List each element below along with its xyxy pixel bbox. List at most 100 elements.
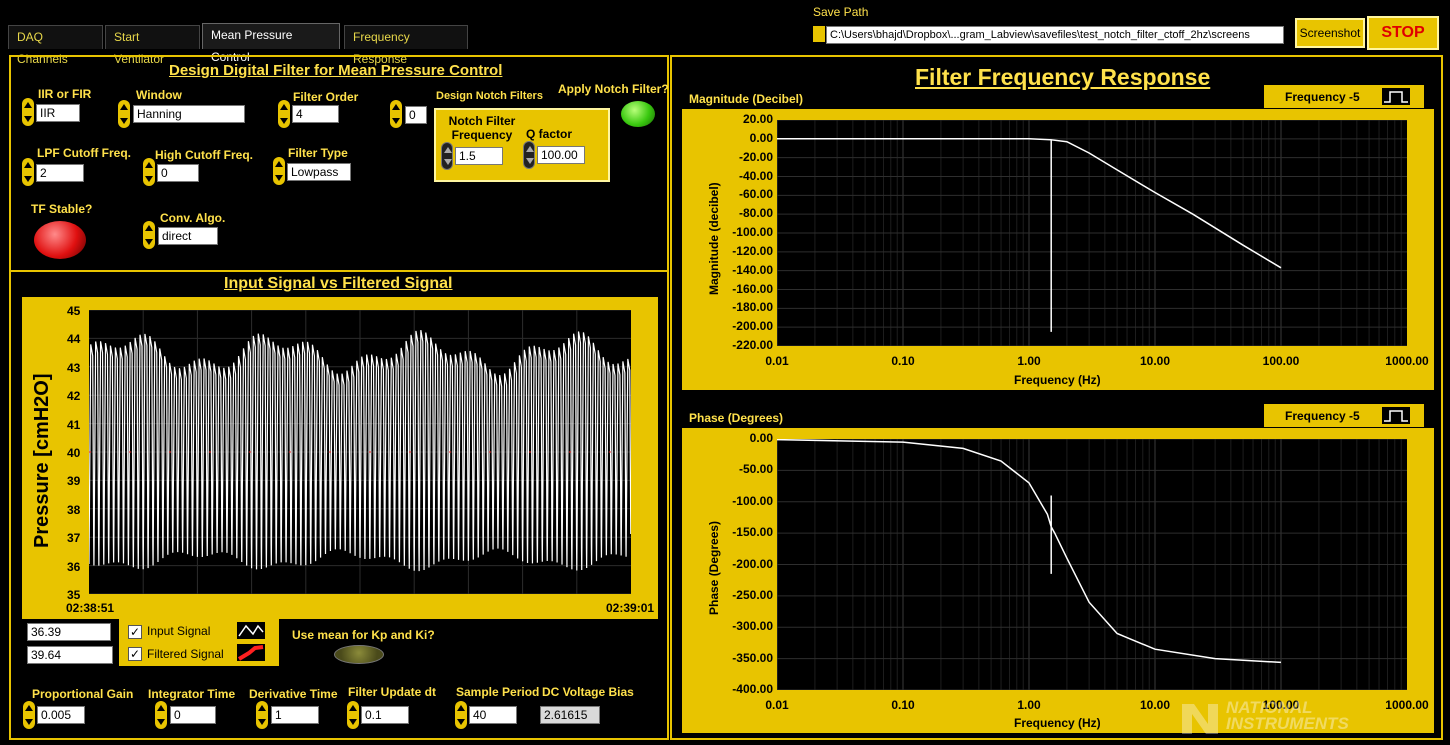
q-factor-label: Q factor (526, 127, 573, 141)
derivative-time-label: Derivative Time (249, 687, 338, 701)
magnitude-y-tick: 20.00 (742, 112, 773, 126)
filter-order-field[interactable]: 4 (292, 105, 339, 123)
magnitude-chart-plot[interactable] (777, 120, 1407, 346)
input-signal-legend-label: Input Signal (147, 624, 211, 638)
notch-freq-stepper-icon[interactable] (441, 142, 453, 170)
folder-browse-icon[interactable] (813, 26, 825, 42)
phase-chart-title: Phase (Degrees) (689, 411, 784, 425)
magnitude-y-tick: -220.00 (732, 338, 773, 352)
tab-daq-channels[interactable]: DAQ Channels (8, 25, 103, 66)
magnitude-y-tick: -20.00 (738, 149, 773, 164)
screenshot-button[interactable]: Screenshot (1295, 18, 1365, 48)
filter-type-label: Filter Type (288, 146, 348, 160)
save-path-label: Save Path (813, 5, 869, 19)
iir-fir-stepper-icon[interactable] (22, 98, 34, 126)
frequency-response-title: Filter Frequency Response (915, 64, 1211, 90)
phase-xlabel: Frequency (Hz) (1014, 716, 1101, 730)
magnitude-y-tick: -100.00 (732, 225, 773, 239)
integrator-time-field[interactable]: 0 (170, 706, 216, 724)
filter-type-field[interactable]: Lowpass (287, 163, 351, 181)
proportional-gain-label: Proportional Gain (32, 687, 134, 701)
conv-algo-stepper-icon[interactable] (143, 221, 155, 249)
national-instruments-logo-text: NATIONAL INSTRUMENTS (1226, 698, 1349, 733)
phase-y-tick: -100.00 (732, 493, 773, 508)
filter-type-stepper-icon[interactable] (273, 157, 285, 185)
tab-start-ventilator[interactable]: Start Ventilator (105, 25, 200, 66)
filter-update-dt-field[interactable]: 0.1 (361, 706, 409, 724)
dc-voltage-bias-indicator: 2.61615 (540, 706, 600, 724)
derivative-time-stepper-icon[interactable] (256, 701, 268, 729)
phase-chart-plot[interactable] (777, 439, 1407, 690)
filter-update-dt-label: Filter Update dt (348, 685, 437, 699)
tf-stable-led-icon (34, 221, 86, 259)
high-cutoff-label: High Cutoff Freq. (155, 148, 253, 162)
phase-y-tick: -400.00 (732, 682, 773, 696)
signal-y-tick: 43 (67, 360, 81, 375)
magnitude-legend-swatch-icon[interactable] (1382, 88, 1410, 105)
proportional-gain-stepper-icon[interactable] (23, 701, 35, 729)
high-cutoff-stepper-icon[interactable] (143, 158, 155, 186)
magnitude-y-tick: -120.00 (732, 243, 773, 258)
signal-y-tick: 41 (67, 417, 81, 432)
signal-chart-plot[interactable] (89, 310, 631, 594)
magnitude-xlabel: Frequency (Hz) (1014, 373, 1101, 387)
phase-y-tick: -200.00 (732, 556, 773, 571)
notch-freq-field[interactable]: 1.5 (455, 147, 503, 165)
magnitude-y-tick: -180.00 (732, 300, 773, 315)
signal-chart-title: Input Signal vs Filtered Signal (224, 275, 453, 292)
phase-x-tick: 10.00 (1139, 698, 1171, 712)
apply-notch-led-icon[interactable] (621, 101, 655, 127)
integrator-time-stepper-icon[interactable] (155, 701, 167, 729)
magnitude-y-tick: -80.00 (738, 206, 773, 221)
filter-order-stepper-icon[interactable] (278, 100, 290, 128)
signal-y-tick: 42 (67, 389, 81, 404)
conv-algo-field[interactable]: direct (158, 227, 218, 245)
lpf-cutoff-label: LPF Cutoff Freq. (37, 146, 131, 160)
high-cutoff-field[interactable]: 0 (157, 164, 199, 182)
phase-x-tick: 1000.00 (1385, 698, 1429, 712)
phase-legend-swatch-icon[interactable] (1382, 407, 1410, 424)
input-signal-checkbox[interactable]: ✓ (128, 625, 142, 639)
tab-mean-pressure-control[interactable]: Mean Pressure Control (202, 23, 340, 64)
derivative-time-field[interactable]: 1 (271, 706, 319, 724)
phase-x-tick: 0.10 (891, 698, 915, 712)
lpf-cutoff-stepper-icon[interactable] (22, 158, 34, 186)
signal-y-tick: 38 (67, 502, 81, 517)
window-field[interactable]: Hanning (133, 105, 245, 123)
q-factor-stepper-icon[interactable] (523, 141, 535, 169)
filtered-signal-checkbox[interactable]: ✓ (128, 647, 142, 661)
iir-fir-label: IIR or FIR (38, 87, 92, 101)
iir-fir-field[interactable]: IIR (36, 104, 80, 122)
apply-notch-label: Apply Notch Filter? (558, 82, 669, 96)
sample-period-label: Sample Period (456, 685, 540, 699)
q-factor-field[interactable]: 100.00 (537, 146, 585, 164)
window-stepper-icon[interactable] (118, 100, 130, 128)
sample-period-stepper-icon[interactable] (455, 701, 467, 729)
notch-count-field[interactable]: 0 (405, 106, 427, 124)
input-signal-swatch-icon[interactable] (237, 622, 265, 639)
filter-update-dt-stepper-icon[interactable] (347, 701, 359, 729)
magnitude-x-tick: 0.01 (765, 354, 789, 368)
sample-period-field[interactable]: 40 (469, 706, 517, 724)
tab-frequency-response[interactable]: Frequency Response (344, 25, 468, 66)
design-filter-title: Design Digital Filter for Mean Pressure … (169, 62, 503, 79)
filtered-signal-swatch-icon[interactable] (237, 644, 265, 661)
save-path-input[interactable]: C:\Users\bhajd\Dropbox\...gram_Labview\s… (826, 26, 1284, 44)
magnitude-y-tick: 0.00 (749, 130, 773, 145)
magnitude-x-tick: 100.00 (1262, 354, 1300, 368)
signal-y-tick: 44 (67, 332, 81, 347)
phase-y-tick: -300.00 (732, 619, 773, 634)
filter-order-label: Filter Order (293, 90, 359, 104)
national-instruments-logo (1180, 700, 1220, 738)
signal-y-tick: 37 (67, 531, 81, 546)
use-mean-label: Use mean for Kp and Ki? (292, 628, 435, 642)
notch-freq-label: Notch Filter Frequency (448, 114, 516, 142)
window-label: Window (136, 88, 182, 102)
lpf-cutoff-field[interactable]: 2 (36, 164, 84, 182)
magnitude-y-tick: -160.00 (732, 281, 773, 296)
stop-button[interactable]: STOP (1367, 16, 1439, 50)
notch-count-stepper-icon[interactable] (390, 100, 402, 128)
proportional-gain-field[interactable]: 0.005 (37, 706, 85, 724)
signal-x-end-tick: 02:39:01 (606, 601, 655, 615)
use-mean-toggle[interactable] (334, 645, 384, 664)
